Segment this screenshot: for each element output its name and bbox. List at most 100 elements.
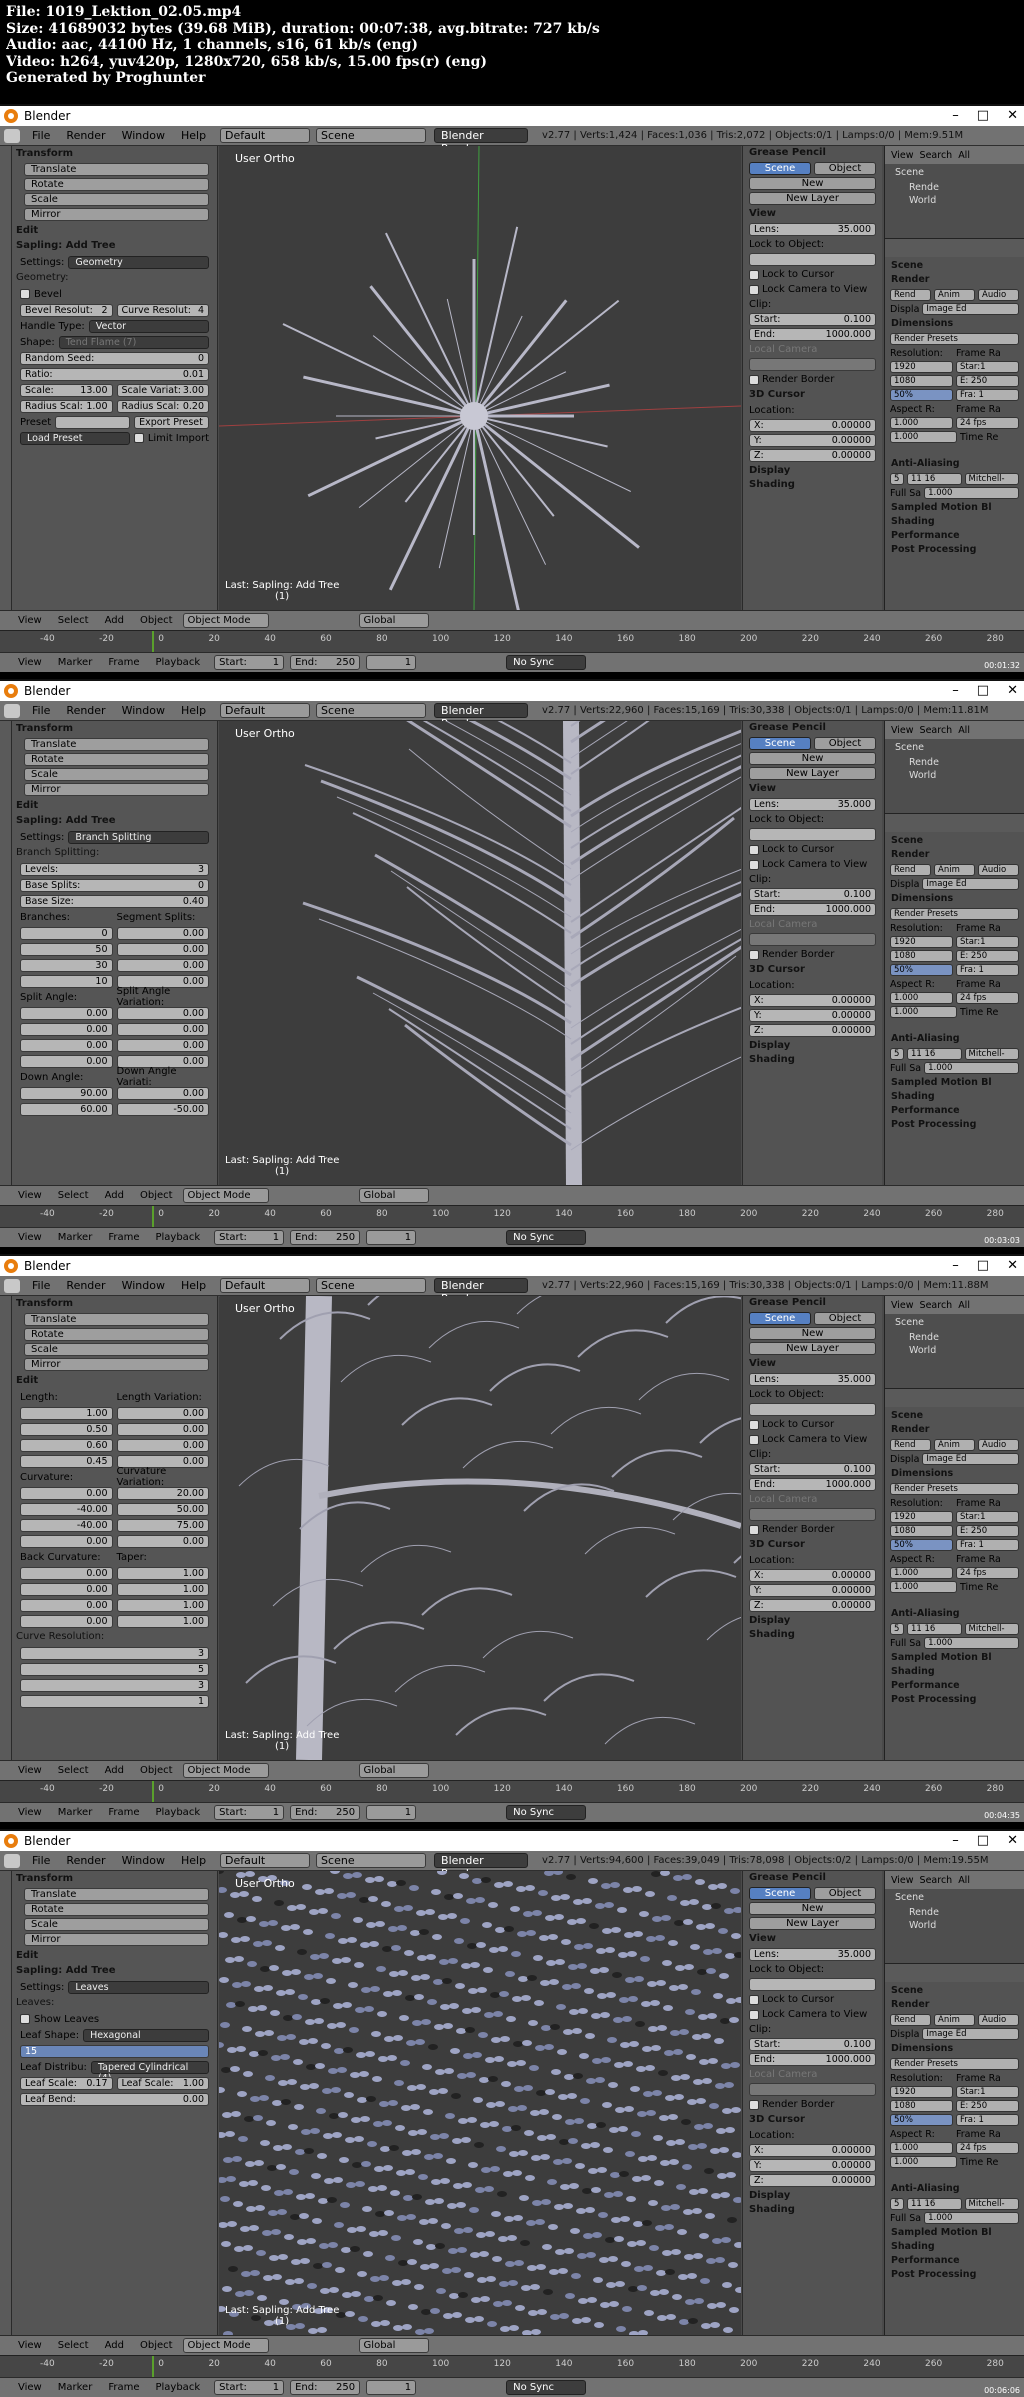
menu-window[interactable]: Window [114, 1854, 173, 1867]
fps-select[interactable]: 24 fps [956, 1567, 1019, 1579]
close-icon[interactable]: ✕ [1007, 106, 1018, 126]
filter-size[interactable]: 1.000 [924, 1637, 1019, 1649]
translate-button[interactable]: Translate [24, 163, 209, 176]
res-y[interactable]: 1080 [890, 950, 953, 962]
outliner-all[interactable]: All [958, 725, 970, 736]
minimize-icon[interactable]: – [952, 1831, 959, 1851]
num-field[interactable]: 75.00 [116, 1518, 209, 1532]
menu-render[interactable]: Render [58, 129, 113, 142]
num-field[interactable]: 0.00 [116, 1086, 209, 1100]
vp-menu-add[interactable]: Add [97, 2340, 132, 2351]
menu-render[interactable]: Render [58, 704, 113, 717]
num-field[interactable]: -50.00 [116, 1102, 209, 1116]
tl-menu-view[interactable]: View [10, 2382, 50, 2393]
settings-select[interactable]: Leaves [68, 1980, 209, 1994]
scene-selector[interactable]: Scene [316, 1278, 427, 1293]
outliner-search[interactable]: Search [920, 150, 953, 161]
rp-performance[interactable]: Performance [885, 1679, 1024, 1693]
shading-header[interactable]: Shading [743, 1053, 882, 1067]
render-presets[interactable]: Render Presets [890, 2058, 1019, 2070]
rp-performance[interactable]: Performance [885, 529, 1024, 543]
num-field[interactable]: Leaf Bend: 0.00 [20, 2092, 209, 2106]
num-field[interactable]: 60.00 [20, 1102, 113, 1116]
mirror-button[interactable]: Mirror [24, 208, 209, 221]
num-field[interactable]: 0.00 [116, 1422, 209, 1436]
end-frame-field[interactable]: End: 250 [290, 2380, 361, 2395]
orientation-select[interactable]: Global [358, 2338, 429, 2353]
frame-start[interactable]: Star:1 [956, 1511, 1019, 1523]
editor-type-icon[interactable] [4, 703, 20, 718]
close-icon[interactable]: ✕ [1007, 1256, 1018, 1276]
aspect-x[interactable]: 1.000 [890, 417, 953, 429]
num-field[interactable]: 0.00 [116, 1038, 209, 1052]
display-select[interactable]: Image Ed [922, 878, 1019, 890]
local-camera-field[interactable] [749, 358, 876, 371]
outliner-search[interactable]: Search [920, 1300, 953, 1311]
rend-button[interactable]: Rend [890, 289, 931, 301]
layout-selector[interactable]: Default [220, 1853, 311, 1868]
num-field[interactable]: 0.00 [20, 1006, 113, 1020]
num-field[interactable]: 0.00 [20, 1022, 113, 1036]
render-border-checkbox[interactable] [749, 374, 759, 385]
frame-end[interactable]: E: 250 [956, 950, 1019, 962]
fps-select[interactable]: 24 fps [956, 992, 1019, 1004]
menu-window[interactable]: Window [114, 129, 173, 142]
num-field[interactable]: 20.00 [116, 1486, 209, 1500]
rp-shading[interactable]: Shading [885, 515, 1024, 529]
display-select[interactable]: Image Ed [922, 303, 1019, 315]
display-header[interactable]: Display [743, 1614, 882, 1628]
grease-pencil-header[interactable]: Grease Pencil [743, 146, 882, 160]
menu-render[interactable]: Render [58, 1854, 113, 1867]
outliner-scene[interactable]: Scene [885, 1314, 1024, 1331]
anim-button[interactable]: Anim [934, 289, 975, 301]
dimensions-header[interactable]: Dimensions [885, 317, 1024, 331]
settings-select[interactable]: Geometry [68, 255, 209, 269]
outliner-all[interactable]: All [958, 1875, 970, 1886]
num-field[interactable]: 90.00 [20, 1086, 113, 1100]
render-border-checkbox[interactable] [749, 949, 759, 960]
properties-tabs[interactable] [885, 239, 1024, 257]
view-header[interactable]: View [743, 207, 882, 221]
shading-header[interactable]: Shading [743, 1628, 882, 1642]
layout-selector[interactable]: Default [220, 128, 311, 143]
mirror-button[interactable]: Mirror [24, 783, 209, 796]
frame-start[interactable]: Star:1 [956, 2086, 1019, 2098]
transform-header[interactable]: Transform [12, 1296, 217, 1311]
sync-select[interactable]: No Sync [506, 1230, 587, 1245]
outliner-view[interactable]: View [891, 150, 914, 161]
gp-object-tab[interactable]: Object [814, 1887, 876, 1900]
tl-menu-view[interactable]: View [10, 1807, 50, 1818]
frame-end[interactable]: E: 250 [956, 2100, 1019, 2112]
rend-button[interactable]: Rend [890, 864, 931, 876]
num-field[interactable]: -40.00 [20, 1518, 113, 1532]
current-frame-field[interactable]: 1 [366, 2380, 417, 2395]
display-header[interactable]: Display [743, 1039, 882, 1053]
tl-menu-marker[interactable]: Marker [50, 2382, 101, 2393]
rp-post[interactable]: Post Processing [885, 1693, 1024, 1707]
rend-button[interactable]: Rend [890, 2014, 931, 2026]
cursor-y-field[interactable]: Y: 0.00000 [749, 434, 876, 447]
lock-object-field[interactable] [749, 828, 876, 841]
num-field[interactable]: 0.00 [20, 1566, 113, 1580]
cursor-x-field[interactable]: X: 0.00000 [749, 419, 876, 432]
cursor-z-field[interactable]: Z: 0.00000 [749, 1599, 876, 1612]
num-field[interactable]: 0.00 [116, 1022, 209, 1036]
num-field[interactable]: Bevel Resolut: 2 [20, 303, 113, 317]
num-field[interactable]: 1.00 [20, 1406, 113, 1420]
num-field[interactable]: Base Splits: 0 [20, 878, 209, 892]
tl-menu-marker[interactable]: Marker [50, 1232, 101, 1243]
aspect-y[interactable]: 1.000 [890, 1581, 957, 1593]
lens-field[interactable]: Lens: 35.000 [749, 1948, 876, 1961]
num-field[interactable]: 1.00 [116, 1598, 209, 1612]
lock-cursor-checkbox[interactable] [749, 269, 759, 280]
outliner-scene[interactable]: Scene [885, 164, 1024, 181]
maximize-icon[interactable]: □ [977, 1256, 989, 1276]
aa-filter[interactable]: Mitchell- [964, 2198, 1019, 2210]
local-camera-field[interactable] [749, 1508, 876, 1521]
num-field[interactable]: 0.00 [20, 1598, 113, 1612]
gp-object-tab[interactable]: Object [814, 1312, 876, 1325]
num-field[interactable]: 0.00 [116, 1534, 209, 1548]
vp-menu-view[interactable]: View [10, 2340, 50, 2351]
tl-menu-playback[interactable]: Playback [147, 1807, 208, 1818]
cursor-z-field[interactable]: Z: 0.00000 [749, 449, 876, 462]
